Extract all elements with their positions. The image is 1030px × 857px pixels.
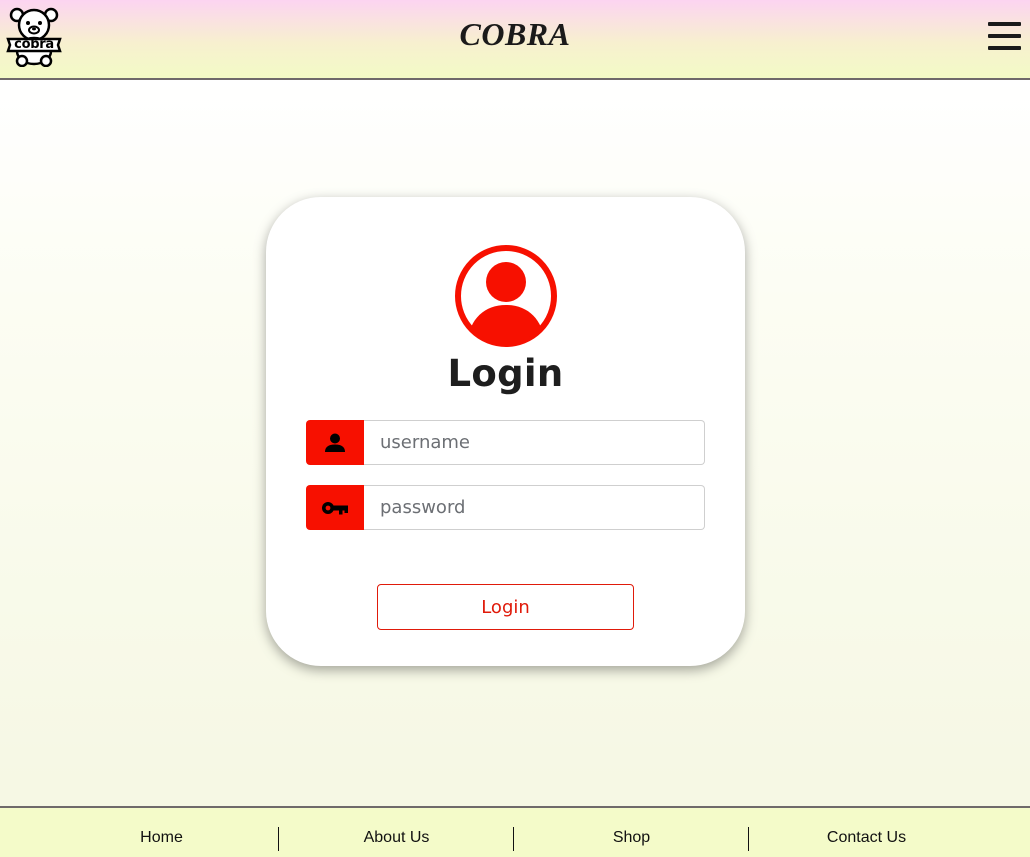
hamburger-menu-icon-bar (988, 34, 1021, 38)
footer-link-about-us[interactable]: About Us (279, 808, 514, 857)
footer-divider (513, 827, 514, 851)
footer-divider (748, 827, 749, 851)
username-input-group (306, 420, 705, 465)
login-heading: Login (447, 352, 564, 395)
footer-divider (278, 827, 279, 851)
brand-title: COBRA (459, 16, 571, 52)
hamburger-menu-icon-bar (988, 46, 1021, 50)
site-header: cobra COBRA (0, 0, 1030, 80)
footer-link-shop[interactable]: Shop (514, 808, 749, 857)
site-footer: Home About Us Shop Contact Us (0, 806, 1030, 857)
username-input[interactable] (364, 420, 705, 465)
key-icon (306, 485, 364, 530)
footer-link-contact-us[interactable]: Contact Us (749, 808, 984, 857)
password-input-group (306, 485, 705, 530)
hamburger-menu-icon (988, 22, 1021, 26)
login-submit-button[interactable]: Login (377, 584, 634, 630)
hamburger-menu-button[interactable] (988, 22, 1022, 52)
password-input[interactable] (364, 485, 705, 530)
footer-link-home[interactable]: Home (44, 808, 279, 857)
user-avatar-icon (453, 243, 559, 349)
footer-nav: Home About Us Shop Contact Us (44, 808, 984, 857)
person-icon (306, 420, 364, 465)
login-card: Login Login (266, 197, 745, 666)
